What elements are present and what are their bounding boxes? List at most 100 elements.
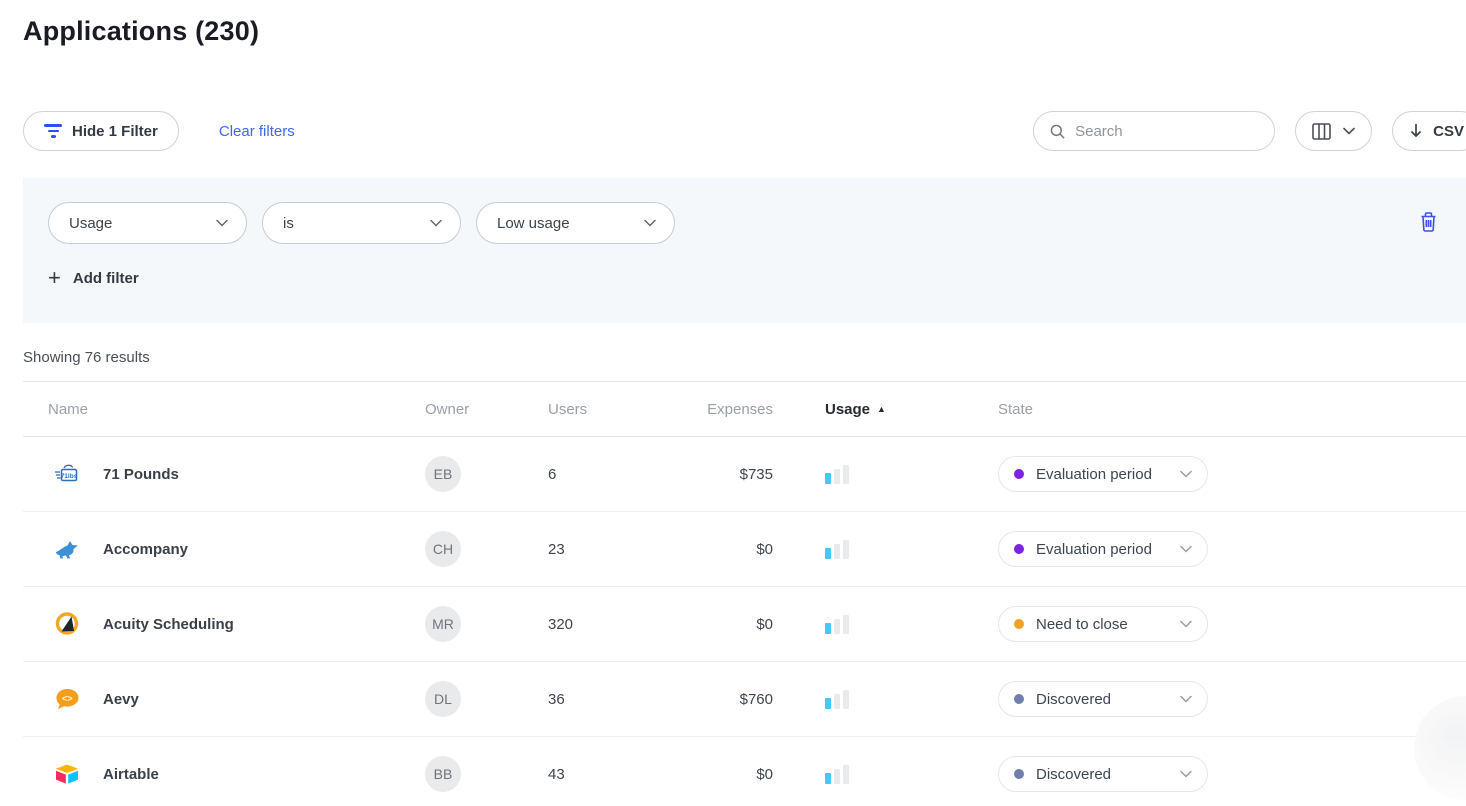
owner-avatar[interactable]: MR bbox=[425, 606, 461, 642]
search-input[interactable] bbox=[1075, 123, 1258, 140]
chevron-down-icon bbox=[1180, 620, 1192, 628]
delete-filter-button[interactable] bbox=[1415, 207, 1442, 239]
usage-level-indicator bbox=[825, 465, 998, 484]
table-row[interactable]: Acuity Scheduling MR 320 $0 Need to clos… bbox=[23, 587, 1466, 662]
usage-level-indicator bbox=[825, 765, 998, 784]
chevron-down-icon bbox=[644, 219, 656, 227]
app-logo-icon: 71lbs bbox=[53, 460, 81, 488]
app-name: Acuity Scheduling bbox=[103, 616, 234, 633]
expenses-cell: $0 bbox=[673, 616, 773, 633]
filter-value: Low usage bbox=[497, 215, 570, 232]
filter-operator-select[interactable]: is bbox=[262, 202, 461, 244]
column-header-state[interactable]: State bbox=[998, 401, 1466, 418]
owner-avatar[interactable]: CH bbox=[425, 531, 461, 567]
state-label: Need to close bbox=[1036, 616, 1128, 633]
state-dot-icon bbox=[1014, 469, 1024, 479]
column-header-users[interactable]: Users bbox=[548, 401, 673, 418]
column-header-usage-sorted[interactable]: Usage ▲ bbox=[773, 401, 998, 418]
trash-icon bbox=[1419, 211, 1438, 232]
expenses-cell: $0 bbox=[673, 541, 773, 558]
app-name-cell[interactable]: Acuity Scheduling bbox=[23, 610, 425, 638]
results-summary: Showing 76 results bbox=[23, 349, 1466, 366]
app-name-cell[interactable]: 71lbs 71 Pounds bbox=[23, 460, 425, 488]
usage-cell bbox=[773, 540, 998, 559]
usage-header-label: Usage bbox=[825, 401, 870, 418]
table-row[interactable]: Accompany CH 23 $0 Evaluation period bbox=[23, 512, 1466, 587]
app-name: Aevy bbox=[103, 691, 139, 708]
owner-avatar[interactable]: EB bbox=[425, 456, 461, 492]
users-cell: 36 bbox=[548, 691, 673, 708]
chevron-down-icon bbox=[1180, 470, 1192, 478]
state-dropdown[interactable]: Evaluation period bbox=[998, 456, 1208, 492]
hide-filter-label: Hide 1 Filter bbox=[72, 123, 158, 140]
column-header-owner[interactable]: Owner bbox=[425, 401, 548, 418]
csv-export-button[interactable]: CSV bbox=[1392, 111, 1466, 151]
search-icon bbox=[1050, 123, 1065, 140]
filter-field-value: Usage bbox=[69, 215, 112, 232]
table-row[interactable]: 71lbs 71 Pounds EB 6 $735 Evaluation per… bbox=[23, 437, 1466, 512]
columns-button[interactable] bbox=[1295, 111, 1372, 151]
state-dot-icon bbox=[1014, 544, 1024, 554]
app-logo-icon bbox=[53, 535, 81, 563]
download-arrow-icon bbox=[1409, 123, 1423, 139]
app-logo-icon bbox=[53, 760, 81, 788]
state-label: Discovered bbox=[1036, 691, 1111, 708]
state-cell: Discovered bbox=[998, 756, 1466, 792]
state-dropdown[interactable]: Need to close bbox=[998, 606, 1208, 642]
state-cell: Evaluation period bbox=[998, 456, 1466, 492]
clear-filters-link[interactable]: Clear filters bbox=[219, 123, 295, 140]
owner-cell: EB bbox=[425, 456, 548, 492]
hide-filter-button[interactable]: Hide 1 Filter bbox=[23, 111, 179, 151]
column-header-name[interactable]: Name bbox=[23, 401, 425, 418]
table-header-row: Name Owner Users Expenses Usage ▲ State bbox=[23, 381, 1466, 437]
toolbar-right: CSV bbox=[1033, 111, 1466, 151]
add-filter-button[interactable]: + Add filter bbox=[48, 268, 1442, 288]
usage-cell bbox=[773, 615, 998, 634]
state-label: Discovered bbox=[1036, 766, 1111, 783]
usage-cell bbox=[773, 465, 998, 484]
app-name: Accompany bbox=[103, 541, 188, 558]
state-cell: Discovered bbox=[998, 681, 1466, 717]
app-name-cell[interactable]: <> Aevy bbox=[23, 685, 425, 713]
owner-avatar[interactable]: BB bbox=[425, 756, 461, 792]
expenses-cell: $760 bbox=[673, 691, 773, 708]
usage-cell bbox=[773, 765, 998, 784]
svg-text:<>: <> bbox=[62, 693, 73, 703]
state-dropdown[interactable]: Discovered bbox=[998, 756, 1208, 792]
users-cell: 6 bbox=[548, 466, 673, 483]
state-cell: Evaluation period bbox=[998, 531, 1466, 567]
chevron-down-icon bbox=[1180, 770, 1192, 778]
chevron-down-icon bbox=[1343, 127, 1355, 135]
applications-page: Applications (230) Hide 1 Filter Clear f… bbox=[0, 0, 1466, 806]
usage-level-indicator bbox=[825, 690, 998, 709]
state-dropdown[interactable]: Discovered bbox=[998, 681, 1208, 717]
chevron-down-icon bbox=[1180, 695, 1192, 703]
usage-level-indicator bbox=[825, 540, 998, 559]
filter-value-select[interactable]: Low usage bbox=[476, 202, 675, 244]
filter-panel: Usage is Low usage bbox=[23, 178, 1466, 323]
table-row[interactable]: Airtable BB 43 $0 Discovered bbox=[23, 737, 1466, 806]
users-cell: 320 bbox=[548, 616, 673, 633]
search-container bbox=[1033, 111, 1275, 151]
owner-avatar[interactable]: DL bbox=[425, 681, 461, 717]
add-filter-label: Add filter bbox=[73, 270, 139, 287]
app-name-cell[interactable]: Airtable bbox=[23, 760, 425, 788]
state-dropdown[interactable]: Evaluation period bbox=[998, 531, 1208, 567]
filter-lines-icon bbox=[44, 124, 62, 138]
filter-field-select[interactable]: Usage bbox=[48, 202, 247, 244]
chevron-down-icon bbox=[430, 219, 442, 227]
svg-text:71lbs: 71lbs bbox=[61, 473, 78, 480]
expenses-cell: $0 bbox=[673, 766, 773, 783]
plus-icon: + bbox=[48, 268, 61, 288]
toolbar: Hide 1 Filter Clear filters bbox=[23, 111, 1466, 151]
table-row[interactable]: <> Aevy DL 36 $760 Discovered bbox=[23, 662, 1466, 737]
table-body: 71lbs 71 Pounds EB 6 $735 Evaluation per… bbox=[23, 437, 1466, 806]
filter-row: Usage is Low usage bbox=[48, 202, 1442, 244]
chevron-down-icon bbox=[1180, 545, 1192, 553]
csv-label: CSV bbox=[1433, 123, 1464, 140]
owner-cell: MR bbox=[425, 606, 548, 642]
state-dot-icon bbox=[1014, 769, 1024, 779]
app-name-cell[interactable]: Accompany bbox=[23, 535, 425, 563]
state-cell: Need to close bbox=[998, 606, 1466, 642]
column-header-expenses[interactable]: Expenses bbox=[673, 401, 773, 418]
